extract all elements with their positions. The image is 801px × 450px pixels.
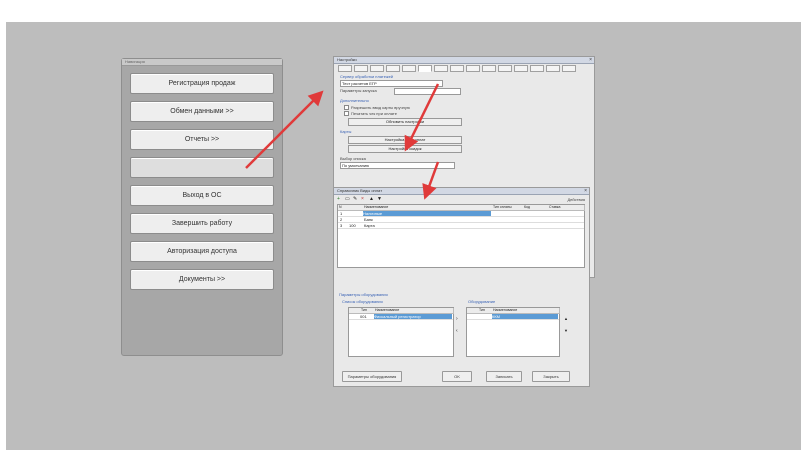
annotation-arrows <box>245 83 440 200</box>
arrow-to-settings <box>245 90 324 169</box>
arrow-to-table-dialog <box>422 161 440 200</box>
arrow-to-card-payments <box>404 83 440 152</box>
desktop: Навигация Регистрация продаж Обмен данны… <box>6 22 801 450</box>
